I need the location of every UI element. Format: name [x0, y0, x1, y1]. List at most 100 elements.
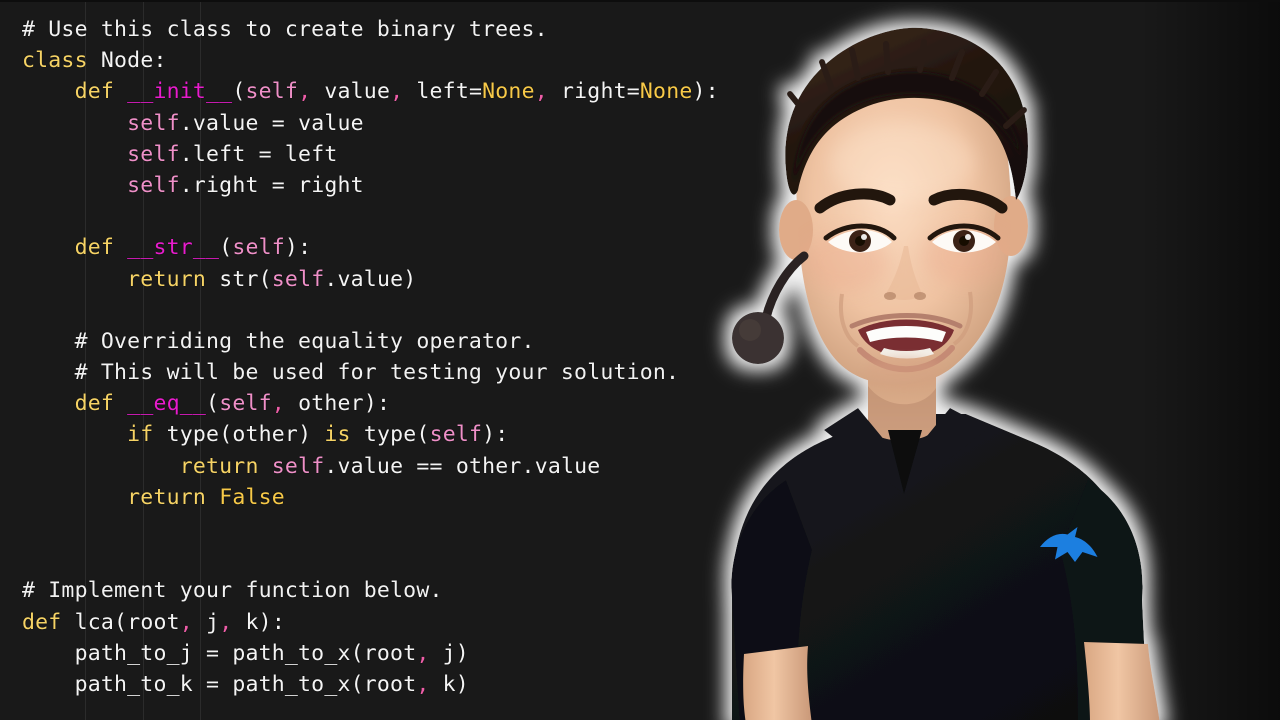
code-token: . — [179, 110, 193, 136]
code-line-2[interactable]: class Node: — [22, 45, 719, 76]
code-line-1[interactable]: # Use this class to create binary trees. — [22, 14, 719, 45]
right-smile-line — [952, 291, 973, 346]
code-line-14[interactable]: if type(other) is type(self): — [22, 419, 719, 450]
code-token: Node — [100, 48, 154, 74]
code-token: ( — [258, 266, 272, 292]
upper-lip — [849, 313, 963, 329]
hair-wisps — [787, 39, 1027, 129]
code-token: self — [127, 141, 180, 167]
code-token: ( — [206, 391, 220, 417]
code-token: None — [482, 79, 535, 105]
top-hairline — [0, 0, 1280, 2]
right-upper-lash — [927, 223, 1001, 241]
code-token: , — [298, 79, 312, 105]
code-token: return — [179, 453, 259, 479]
code-token: None — [639, 79, 693, 105]
code-token: , — [271, 391, 285, 417]
code-line-10[interactable] — [22, 295, 719, 326]
neck-shadow — [868, 386, 936, 441]
right-ear — [994, 196, 1028, 256]
code-line-19[interactable]: # Implement your function below. — [22, 575, 719, 606]
code-line-18[interactable] — [22, 544, 719, 575]
code-token: . — [179, 172, 193, 198]
code-token: value — [337, 266, 404, 292]
code-line-11[interactable]: # Overriding the equality operator. — [22, 326, 719, 357]
code-token: self — [127, 110, 180, 136]
code-token: right — [192, 172, 259, 198]
code-line-20[interactable]: def lca(root, j, k): — [22, 607, 719, 638]
code-token: , — [390, 79, 404, 105]
code-line-8[interactable]: def __str__(self): — [22, 232, 719, 263]
forehead-highlight — [830, 122, 974, 202]
code-token: = — [245, 141, 285, 167]
chin-shadow — [864, 356, 944, 388]
collar — [824, 408, 988, 494]
left-smile-line — [839, 293, 860, 348]
code-line-5[interactable]: self.left = left — [22, 139, 719, 170]
code-line-6[interactable]: self.right = right — [22, 170, 719, 201]
code-token: __eq__ — [127, 391, 207, 417]
code-token: ( — [219, 235, 233, 261]
code-token: __init__ — [127, 79, 233, 105]
code-token: self — [232, 235, 285, 261]
code-token: , — [219, 609, 233, 635]
code-token: . — [179, 141, 193, 167]
code-line-4[interactable]: self.value = value — [22, 108, 719, 139]
code-token: __str__ — [127, 235, 220, 261]
code-token: left — [192, 141, 246, 167]
code-token: self — [429, 422, 483, 448]
code-token: ) — [455, 640, 469, 666]
left-iris — [849, 230, 871, 252]
code-token: ( — [416, 422, 430, 448]
code-token: j — [192, 609, 220, 635]
code-line-3[interactable]: def __init__(self, value, left=None, rig… — [22, 76, 719, 107]
left-upper-lash — [823, 223, 897, 241]
presenter-silhouette — [731, 27, 1160, 720]
code-line-21[interactable]: path_to_j = path_to_x(root, j) — [22, 638, 719, 669]
code-token: path_to_k — [74, 671, 193, 697]
code-token: path_to_j — [74, 640, 193, 666]
left-eyebrow — [814, 188, 896, 214]
headset-mic-highlight — [739, 319, 761, 341]
code-token: . — [521, 453, 535, 479]
lower-lip — [857, 345, 955, 373]
code-token: = — [258, 172, 299, 198]
right-eye-glint — [965, 234, 971, 240]
code-line-17[interactable] — [22, 513, 719, 544]
code-line-12[interactable]: # This will be used for testing your sol… — [22, 357, 719, 388]
code-token: self — [219, 391, 272, 417]
code-token: type — [363, 422, 417, 448]
code-token: other — [284, 391, 364, 417]
code-line-13[interactable]: def __eq__(self, other): — [22, 388, 719, 419]
code-token: value — [298, 110, 364, 136]
left-forearm — [743, 646, 812, 720]
code-token: if — [127, 422, 154, 448]
code-line-15[interactable]: return self.value == other.value — [22, 451, 719, 482]
code-line-9[interactable]: return str(self.value) — [22, 264, 719, 295]
code-token: ): — [482, 422, 509, 448]
code-token: left — [284, 141, 338, 167]
code-line-16[interactable]: return False — [22, 482, 719, 513]
code-token: # Use this class to create binary trees. — [22, 17, 548, 42]
code-token: ): — [258, 609, 285, 635]
code-token: : — [153, 48, 167, 74]
code-token: root — [127, 609, 180, 635]
code-token: def — [74, 79, 115, 105]
code-token: self — [127, 172, 180, 198]
code-token: == — [403, 453, 456, 479]
code-line-7[interactable] — [22, 201, 719, 232]
code-editor-content[interactable]: # Use this class to create binary trees.… — [0, 0, 719, 700]
headset-mic — [732, 312, 784, 364]
code-line-22[interactable]: path_to_k = path_to_x(root, k) — [22, 669, 719, 700]
